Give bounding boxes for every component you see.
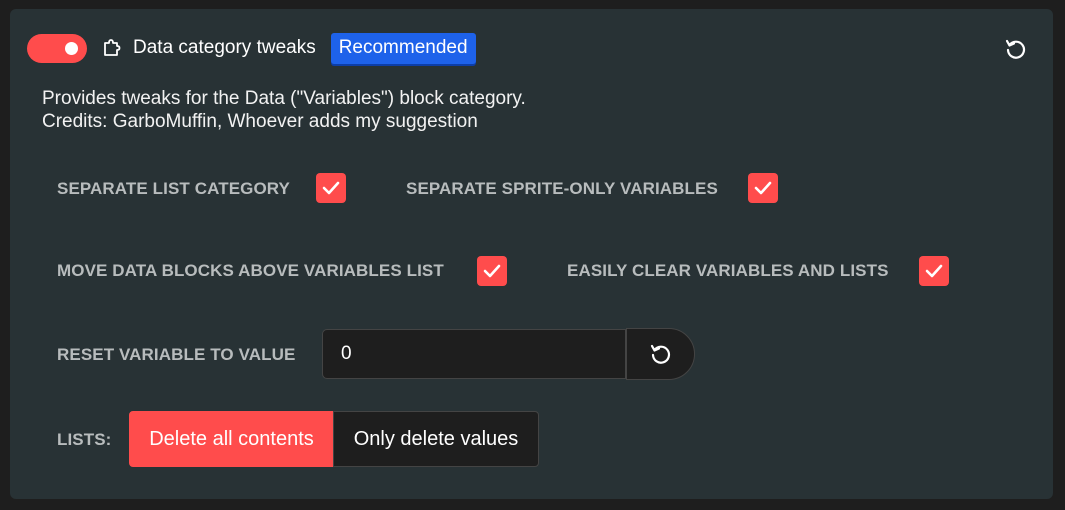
move-data-blocks-checkbox[interactable]: [477, 256, 507, 286]
reset-value-button[interactable]: [626, 328, 695, 380]
addon-description: Provides tweaks for the Data ("Variables…: [42, 87, 526, 133]
reset-value-input[interactable]: 0: [322, 329, 626, 379]
delete-all-contents-option[interactable]: Delete all contents: [129, 411, 334, 467]
move-data-blocks-label: MOVE DATA BLOCKS ABOVE VARIABLES LIST: [57, 261, 444, 280]
reset-icon[interactable]: [1003, 36, 1029, 62]
credits-text: Credits: GarboMuffin, Whoever adds my su…: [42, 111, 478, 132]
lists-label: LISTS:: [57, 430, 112, 449]
addon-title: Data category tweaks: [133, 37, 316, 58]
toggle-knob: [65, 41, 78, 55]
reset-icon: [650, 344, 670, 364]
reset-variable-label: RESET VARIABLE TO VALUE: [57, 345, 296, 364]
checkmark-icon: [925, 264, 943, 278]
separate-list-category-checkbox[interactable]: [316, 173, 346, 203]
only-delete-values-option[interactable]: Only delete values: [333, 411, 539, 467]
separate-sprite-only-checkbox[interactable]: [748, 173, 778, 203]
easily-clear-label: EASILY CLEAR VARIABLES AND LISTS: [567, 261, 889, 280]
addon-card: Data category tweaks Recommended Provide…: [10, 9, 1053, 499]
recommended-badge: Recommended: [330, 32, 476, 64]
addon-enable-toggle[interactable]: [27, 33, 87, 63]
checkmark-icon: [322, 181, 340, 195]
checkmark-icon: [754, 181, 772, 195]
easily-clear-checkbox[interactable]: [919, 256, 949, 286]
description-text: Provides tweaks for the Data ("Variables…: [42, 88, 526, 109]
addon-header: Data category tweaks Recommended: [27, 32, 476, 64]
checkmark-icon: [483, 264, 501, 278]
separate-sprite-only-label: SEPARATE SPRITE-ONLY VARIABLES: [406, 179, 718, 198]
separate-list-category-label: SEPARATE LIST CATEGORY: [57, 179, 290, 198]
puzzle-piece-icon: [101, 37, 123, 59]
